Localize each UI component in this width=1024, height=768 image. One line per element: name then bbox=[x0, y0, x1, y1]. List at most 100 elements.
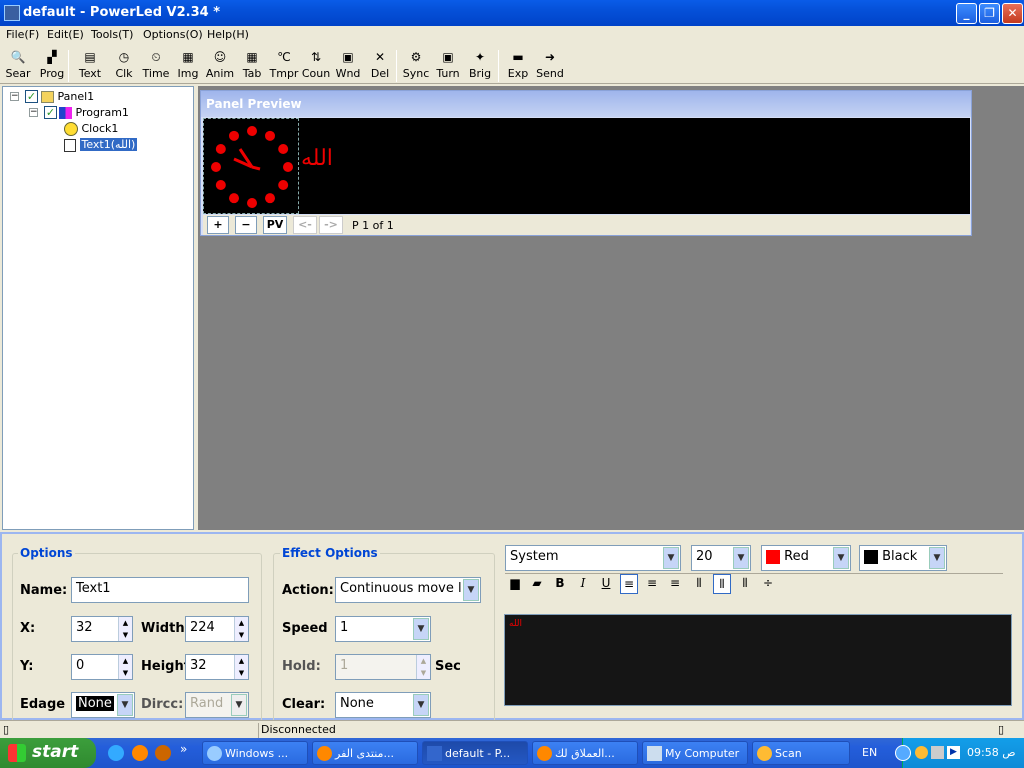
align-left-icon[interactable]: ≡ bbox=[620, 574, 638, 594]
bold-icon[interactable]: B bbox=[551, 574, 569, 594]
task-windows[interactable]: Windows ... bbox=[202, 741, 308, 765]
spacing-icon[interactable]: ÷ bbox=[759, 574, 777, 594]
clear-select[interactable]: None ▼ bbox=[335, 692, 431, 718]
speed-select[interactable]: 1 ▼ bbox=[335, 616, 431, 642]
hold-field[interactable]: 1 ▲ ▼ bbox=[335, 654, 431, 680]
text-editor[interactable]: الله bbox=[504, 614, 1012, 706]
panel-checkbox[interactable]: ✓ bbox=[25, 90, 38, 103]
menu-tools[interactable]: Tools(T) bbox=[91, 28, 133, 41]
toolbar-wnd-button[interactable]: ▣ Wnd bbox=[332, 48, 364, 84]
task-powerled[interactable]: default - P... bbox=[422, 741, 528, 765]
clock-time: 09:58 ص bbox=[967, 746, 1016, 759]
toolbar-tmpr-button[interactable]: ℃ Tmpr bbox=[268, 48, 300, 84]
ie-icon[interactable] bbox=[108, 745, 124, 761]
task-my-computer[interactable]: My Computer bbox=[642, 741, 748, 765]
task-scan[interactable]: Scan bbox=[752, 741, 850, 765]
close-button[interactable]: ✕ bbox=[1002, 3, 1023, 24]
height-spinner[interactable]: ▲ ▼ bbox=[234, 655, 248, 679]
prev-page-button[interactable]: <- bbox=[293, 216, 317, 234]
toolbar-prog-button[interactable]: ▞ Prog bbox=[36, 48, 68, 84]
width-spinner[interactable]: ▲ ▼ bbox=[234, 617, 248, 641]
task-browser[interactable]: العملاق لك... bbox=[532, 741, 638, 765]
toolbar-sync-button[interactable]: ⚙ Sync bbox=[400, 48, 432, 84]
toolbar-del-button[interactable]: ✕ Del bbox=[364, 48, 396, 84]
toolbar-sear-button[interactable]: 🔍 Sear bbox=[2, 48, 34, 84]
font-family-select[interactable]: System ▼ bbox=[505, 545, 681, 571]
y-spinner[interactable]: ▲ ▼ bbox=[118, 655, 132, 679]
menu-options[interactable]: Options(O) bbox=[143, 28, 203, 41]
task-forum[interactable]: منتدى الفر... bbox=[312, 741, 418, 765]
open-folder-icon[interactable]: ▰ bbox=[528, 574, 546, 594]
action-select[interactable]: Continuous move l ▼ bbox=[335, 577, 481, 603]
browser-icon[interactable] bbox=[155, 745, 171, 761]
collapse-toggle[interactable]: − bbox=[10, 92, 19, 101]
toolbar-turn-button[interactable]: ▣ Turn bbox=[432, 48, 464, 84]
clock-icon bbox=[64, 122, 78, 136]
chevron-down-icon: ▼ bbox=[929, 547, 945, 569]
toolbar-brig-button[interactable]: ✦ Brig bbox=[464, 48, 496, 84]
save-icon[interactable]: ▆ bbox=[506, 574, 524, 594]
italic-icon[interactable]: I bbox=[574, 574, 592, 594]
valign-middle-icon[interactable]: ⦀ bbox=[713, 574, 731, 594]
edge-select[interactable]: None ▼ bbox=[71, 692, 135, 718]
pv-button[interactable]: PV bbox=[263, 216, 287, 234]
x-spinner[interactable]: ▲ ▼ bbox=[118, 617, 132, 641]
background-color-select[interactable]: Black ▼ bbox=[859, 545, 947, 571]
next-page-button[interactable]: -> bbox=[319, 216, 343, 234]
font-size-select[interactable]: 20 ▼ bbox=[691, 545, 751, 571]
x-field[interactable]: 32 ▲ ▼ bbox=[71, 616, 133, 642]
zoom-out-button[interactable]: − bbox=[235, 216, 257, 234]
collapse-toggle[interactable]: − bbox=[29, 108, 38, 117]
direction-value: Rand bbox=[190, 696, 224, 711]
menu-edit[interactable]: Edit(E) bbox=[47, 28, 84, 41]
underline-icon[interactable]: U bbox=[597, 574, 615, 594]
menu-file[interactable]: File(F) bbox=[6, 28, 39, 41]
app-icon bbox=[427, 746, 442, 761]
program-checkbox[interactable]: ✓ bbox=[44, 106, 57, 119]
maximize-button[interactable]: ❐ bbox=[979, 3, 1000, 24]
toolbar-coun-button[interactable]: ⇅ Coun bbox=[300, 48, 332, 84]
chevron-down-icon: ▼ bbox=[833, 547, 849, 569]
led-screen[interactable]: الله bbox=[203, 118, 970, 214]
toolbar-time-button[interactable]: ⏲ Time bbox=[140, 48, 172, 84]
height-field[interactable]: 32 ▲ ▼ bbox=[185, 654, 249, 680]
valign-top-icon[interactable]: ⦀ bbox=[690, 574, 708, 594]
align-center-icon[interactable]: ≡ bbox=[643, 574, 661, 594]
toolbar-text-button[interactable]: ▤ Text bbox=[74, 48, 106, 84]
clock-element[interactable] bbox=[203, 118, 299, 214]
action-value: Continuous move l bbox=[340, 581, 462, 596]
direction-select[interactable]: Rand ▼ bbox=[185, 692, 249, 718]
chevron-left-icon[interactable] bbox=[895, 745, 911, 761]
text-color-select[interactable]: Red ▼ bbox=[761, 545, 851, 571]
align-right-icon[interactable]: ≡ bbox=[666, 574, 684, 594]
zoom-in-button[interactable]: + bbox=[207, 216, 229, 234]
tree-item-text[interactable]: Text1(الله) bbox=[64, 138, 138, 152]
network-icon[interactable] bbox=[931, 746, 944, 759]
language-indicator[interactable]: EN bbox=[862, 746, 877, 759]
toolbar-tab-button[interactable]: ▦ Tab bbox=[236, 48, 268, 84]
toolbar-img-button[interactable]: ▦ Img bbox=[172, 48, 204, 84]
valign-bottom-icon[interactable]: ⦀ bbox=[736, 574, 754, 594]
resize-grip[interactable]: ▯ bbox=[998, 723, 1004, 736]
toolbar-exp-button[interactable]: ▬ Exp bbox=[502, 48, 534, 84]
title-bar[interactable]: default - PowerLed V2.34 * _ ❐ ✕ bbox=[0, 0, 1024, 26]
tree-item-clock[interactable]: Clock1 bbox=[64, 122, 118, 136]
toolbar-send-button[interactable]: ➜ Send bbox=[534, 48, 566, 84]
minimize-button[interactable]: _ bbox=[956, 3, 977, 24]
tree-item-panel[interactable]: Panel1 bbox=[41, 90, 94, 104]
name-field[interactable]: Text1 bbox=[71, 577, 249, 603]
width-field[interactable]: 224 ▲ ▼ bbox=[185, 616, 249, 642]
media-icon[interactable]: ▶ bbox=[947, 746, 960, 759]
width-value: 224 bbox=[190, 620, 215, 635]
toolbar-anim-button[interactable]: ☺ Anim bbox=[204, 48, 236, 84]
toolbar-clk-button[interactable]: ◷ Clk bbox=[108, 48, 140, 84]
start-button[interactable]: start bbox=[0, 738, 96, 768]
tray-icon[interactable] bbox=[915, 746, 928, 759]
tree-item-program[interactable]: Program1 bbox=[59, 106, 129, 120]
y-field[interactable]: 0 ▲ ▼ bbox=[71, 654, 133, 680]
menu-help[interactable]: Help(H) bbox=[207, 28, 249, 41]
hold-spinner[interactable]: ▲ ▼ bbox=[416, 655, 430, 679]
chevron-right-icon[interactable]: » bbox=[180, 742, 187, 756]
task-label: My Computer bbox=[665, 747, 740, 760]
firefox-icon[interactable] bbox=[132, 745, 148, 761]
